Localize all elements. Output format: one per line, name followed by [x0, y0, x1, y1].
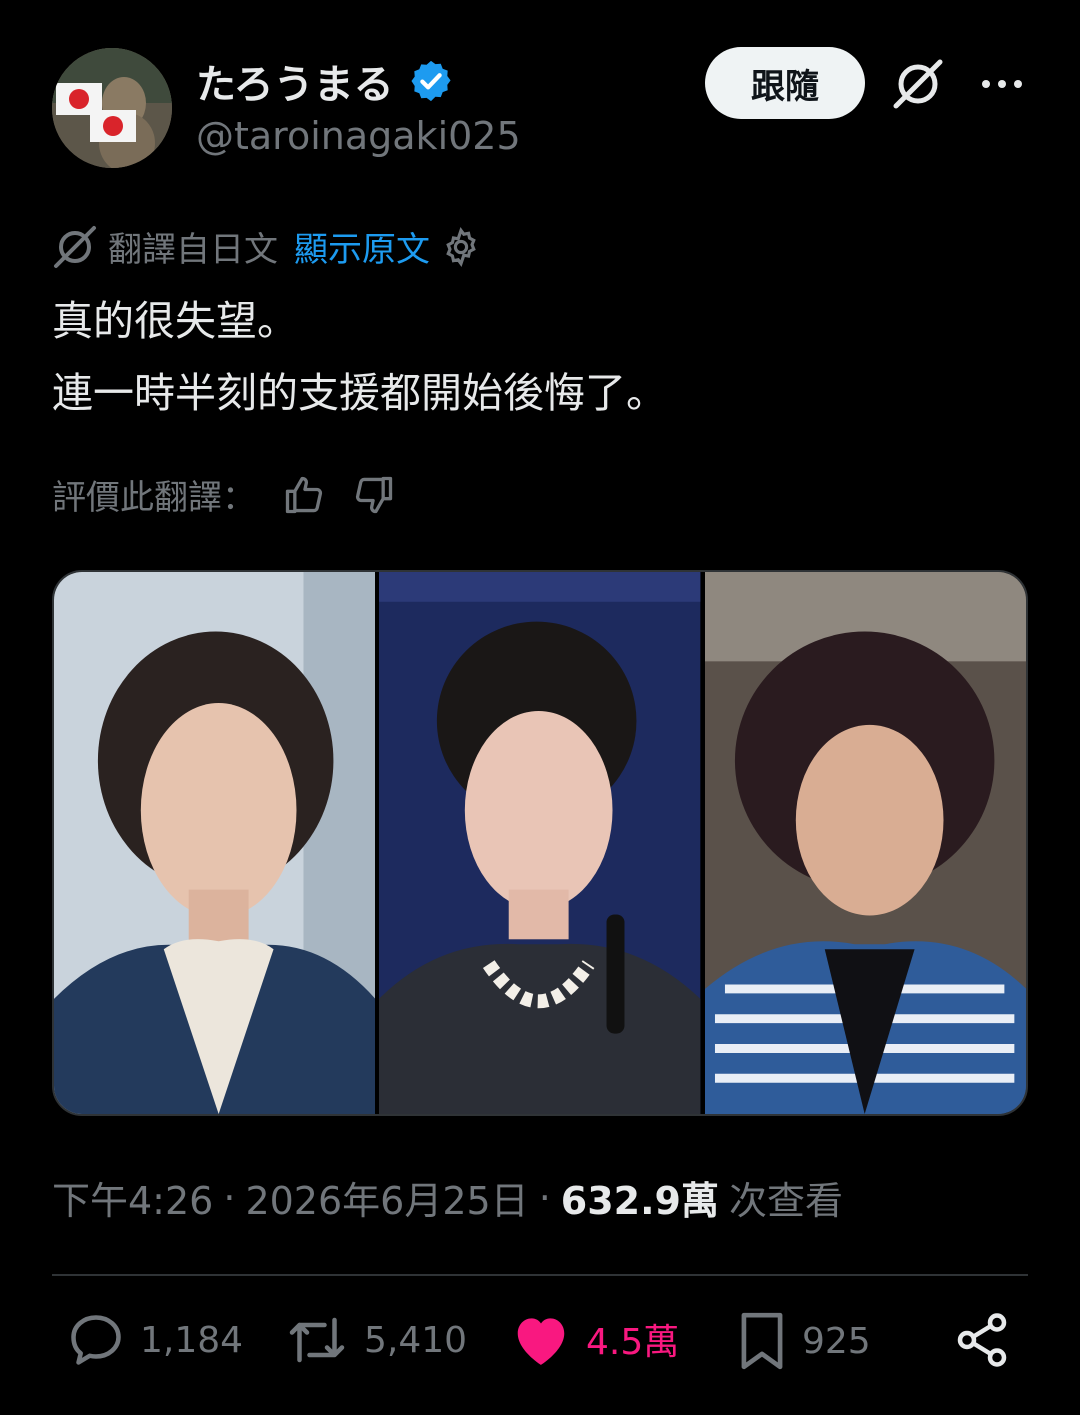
grok-translate-icon: [54, 225, 96, 268]
tweet-line: 真的很失望。: [52, 297, 298, 345]
photo-right[interactable]: [704, 572, 1026, 1114]
thumbs-down-icon[interactable]: [352, 473, 396, 517]
bookmark-icon: [741, 1312, 783, 1370]
translation-bar: 翻譯自日文 顯示原文: [52, 222, 482, 271]
tweet-meta: 下午4:26 · 2026年6月25日 · 632.9萬 次查看: [52, 1170, 843, 1225]
repost-button[interactable]: 5,410: [284, 1310, 467, 1370]
share-icon: [957, 1313, 1007, 1367]
like-button[interactable]: 4.5萬: [510, 1310, 679, 1368]
view-count-label: 次查看: [728, 1179, 843, 1223]
repost-count: 5,410: [364, 1319, 468, 1361]
more-options-icon[interactable]: [978, 60, 1026, 108]
tweet-date[interactable]: 2026年6月25日: [245, 1170, 528, 1225]
display-name[interactable]: たろうまる: [196, 52, 394, 110]
tweet-media[interactable]: [52, 570, 1028, 1116]
photo-center[interactable]: [379, 572, 701, 1114]
share-button[interactable]: [952, 1310, 1012, 1370]
verified-badge-icon: [411, 60, 451, 102]
view-count: 632.9萬: [560, 1179, 719, 1223]
thumbs-up-icon[interactable]: [282, 473, 326, 517]
bookmark-button[interactable]: 925: [736, 1310, 871, 1372]
rate-label: 評價此翻譯：: [52, 478, 256, 518]
gear-icon[interactable]: [440, 226, 482, 268]
tweet-line: 連一時半刻的支援都開始後悔了。: [52, 369, 667, 417]
grok-icon[interactable]: [890, 56, 946, 112]
bookmark-count: 925: [802, 1320, 871, 1362]
divider: [52, 1274, 1028, 1276]
reply-icon: [71, 1315, 121, 1365]
tweet-time[interactable]: 下午4:26: [52, 1170, 213, 1225]
rate-translation: 評價此翻譯：: [52, 470, 396, 519]
repost-icon: [289, 1317, 345, 1363]
avatar-image: [52, 48, 172, 168]
user-handle[interactable]: @taroinagaki025: [196, 114, 521, 158]
follow-button[interactable]: 跟隨: [705, 47, 865, 119]
meta-separator: ·: [538, 1175, 551, 1220]
meta-separator: ·: [223, 1175, 236, 1220]
translation-label: 翻譯自日文: [108, 230, 278, 270]
photo-left[interactable]: [54, 572, 376, 1114]
avatar[interactable]: [52, 48, 172, 168]
user-name-row: たろうまる: [196, 52, 454, 110]
reply-button[interactable]: 1,184: [66, 1310, 243, 1370]
tweet-text: 真的很失望。 連一時半刻的支援都開始後悔了。: [52, 285, 667, 429]
heart-icon: [517, 1318, 565, 1365]
reply-count: 1,184: [140, 1319, 244, 1361]
show-original-link[interactable]: 顯示原文: [294, 222, 430, 271]
like-count: 4.5萬: [586, 1322, 680, 1363]
